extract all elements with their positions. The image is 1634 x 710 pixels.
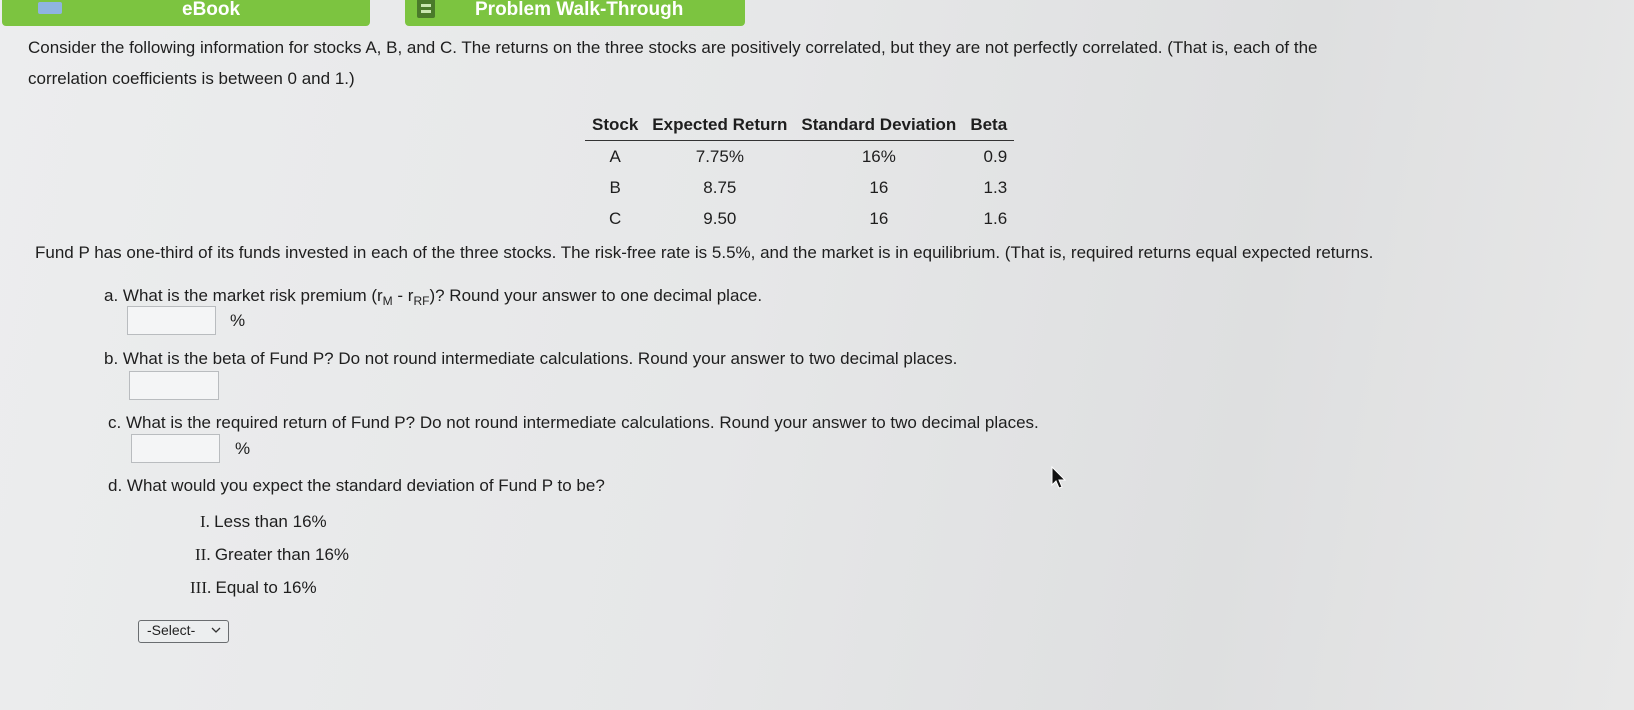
cell-standard-deviation: 16 bbox=[869, 177, 889, 197]
option-numeral: I. bbox=[200, 512, 210, 531]
question-a-prefix: a. What is the market risk premium (r bbox=[104, 286, 383, 305]
market-risk-premium-input[interactable] bbox=[127, 306, 216, 335]
problem-walkthrough-label: Problem Walk-Through bbox=[475, 0, 684, 20]
option-iii: III. Equal to 16% bbox=[190, 578, 317, 598]
subscript-rf: RF bbox=[413, 294, 430, 308]
table-header-row: Stock Expected Return Standard Deviation… bbox=[585, 111, 1015, 141]
select-value: -Select- bbox=[147, 622, 196, 638]
cell-stock: B bbox=[609, 177, 621, 197]
question-b: b. What is the beta of Fund P? Do not ro… bbox=[104, 349, 958, 368]
cell-expected-return: 8.75 bbox=[703, 177, 737, 197]
subscript-m: M bbox=[382, 294, 393, 308]
percent-unit-a: % bbox=[230, 311, 246, 330]
document-icon bbox=[417, 0, 435, 18]
intro-line-2: correlation coefficients is between 0 an… bbox=[28, 69, 355, 88]
option-i: I. Less than 16% bbox=[200, 512, 327, 532]
cell-expected-return: 7.75% bbox=[695, 146, 744, 166]
percent-unit-c: % bbox=[235, 439, 251, 458]
option-text: Equal to 16% bbox=[215, 578, 317, 597]
intro-line-1: Consider the following information for s… bbox=[28, 38, 1318, 57]
standard-deviation-select[interactable]: -Select- bbox=[138, 620, 229, 643]
cell-standard-deviation: 16% bbox=[861, 146, 896, 166]
option-text: Less than 16% bbox=[214, 512, 327, 531]
option-text: Greater than 16% bbox=[214, 545, 350, 564]
question-a: a. What is the market risk premium (rM -… bbox=[104, 286, 763, 308]
table-row: A 7.75% 16% 0.9 bbox=[585, 141, 1014, 172]
header-beta: Beta bbox=[963, 111, 1015, 141]
stock-table: Stock Expected Return Standard Deviation… bbox=[585, 111, 1015, 234]
option-numeral: III. bbox=[190, 578, 212, 597]
header-standard-deviation: Standard Deviation bbox=[794, 111, 964, 141]
option-ii: II. Greater than 16% bbox=[195, 545, 349, 565]
ebook-label: eBook bbox=[182, 0, 241, 20]
required-return-input[interactable] bbox=[131, 434, 220, 463]
header-stock: Stock bbox=[585, 111, 646, 141]
header-expected-return: Expected Return bbox=[645, 111, 795, 141]
table-row: C 9.50 16 1.6 bbox=[585, 203, 1014, 234]
cell-beta: 0.9 bbox=[983, 146, 1008, 166]
table-row: B 8.75 16 1.3 bbox=[585, 172, 1014, 203]
cell-stock: C bbox=[609, 208, 622, 228]
cell-expected-return: 9.50 bbox=[703, 208, 737, 228]
book-icon bbox=[38, 2, 62, 14]
cell-stock: A bbox=[609, 146, 621, 166]
question-d: d. What would you expect the standard de… bbox=[108, 476, 605, 495]
question-c: c. What is the required return of Fund P… bbox=[108, 413, 1039, 432]
mouse-cursor-icon bbox=[1051, 466, 1067, 489]
chevron-down-icon bbox=[211, 627, 221, 633]
cell-beta: 1.3 bbox=[983, 177, 1008, 197]
problem-intro: Consider the following information for s… bbox=[28, 32, 1318, 94]
ebook-button[interactable]: eBook bbox=[2, 0, 370, 26]
cell-beta: 1.6 bbox=[983, 208, 1008, 228]
question-a-dash: - r bbox=[392, 286, 414, 305]
cell-standard-deviation: 16 bbox=[869, 208, 889, 228]
fund-description: Fund P has one-third of its funds invest… bbox=[35, 243, 1374, 262]
fund-beta-input[interactable] bbox=[129, 371, 219, 400]
question-a-suffix: )? Round your answer to one decimal plac… bbox=[429, 286, 763, 305]
option-numeral: II. bbox=[195, 545, 211, 564]
problem-walkthrough-button[interactable]: Problem Walk-Through bbox=[405, 0, 745, 26]
top-toolbar: eBook Problem Walk-Through bbox=[0, 0, 1634, 30]
